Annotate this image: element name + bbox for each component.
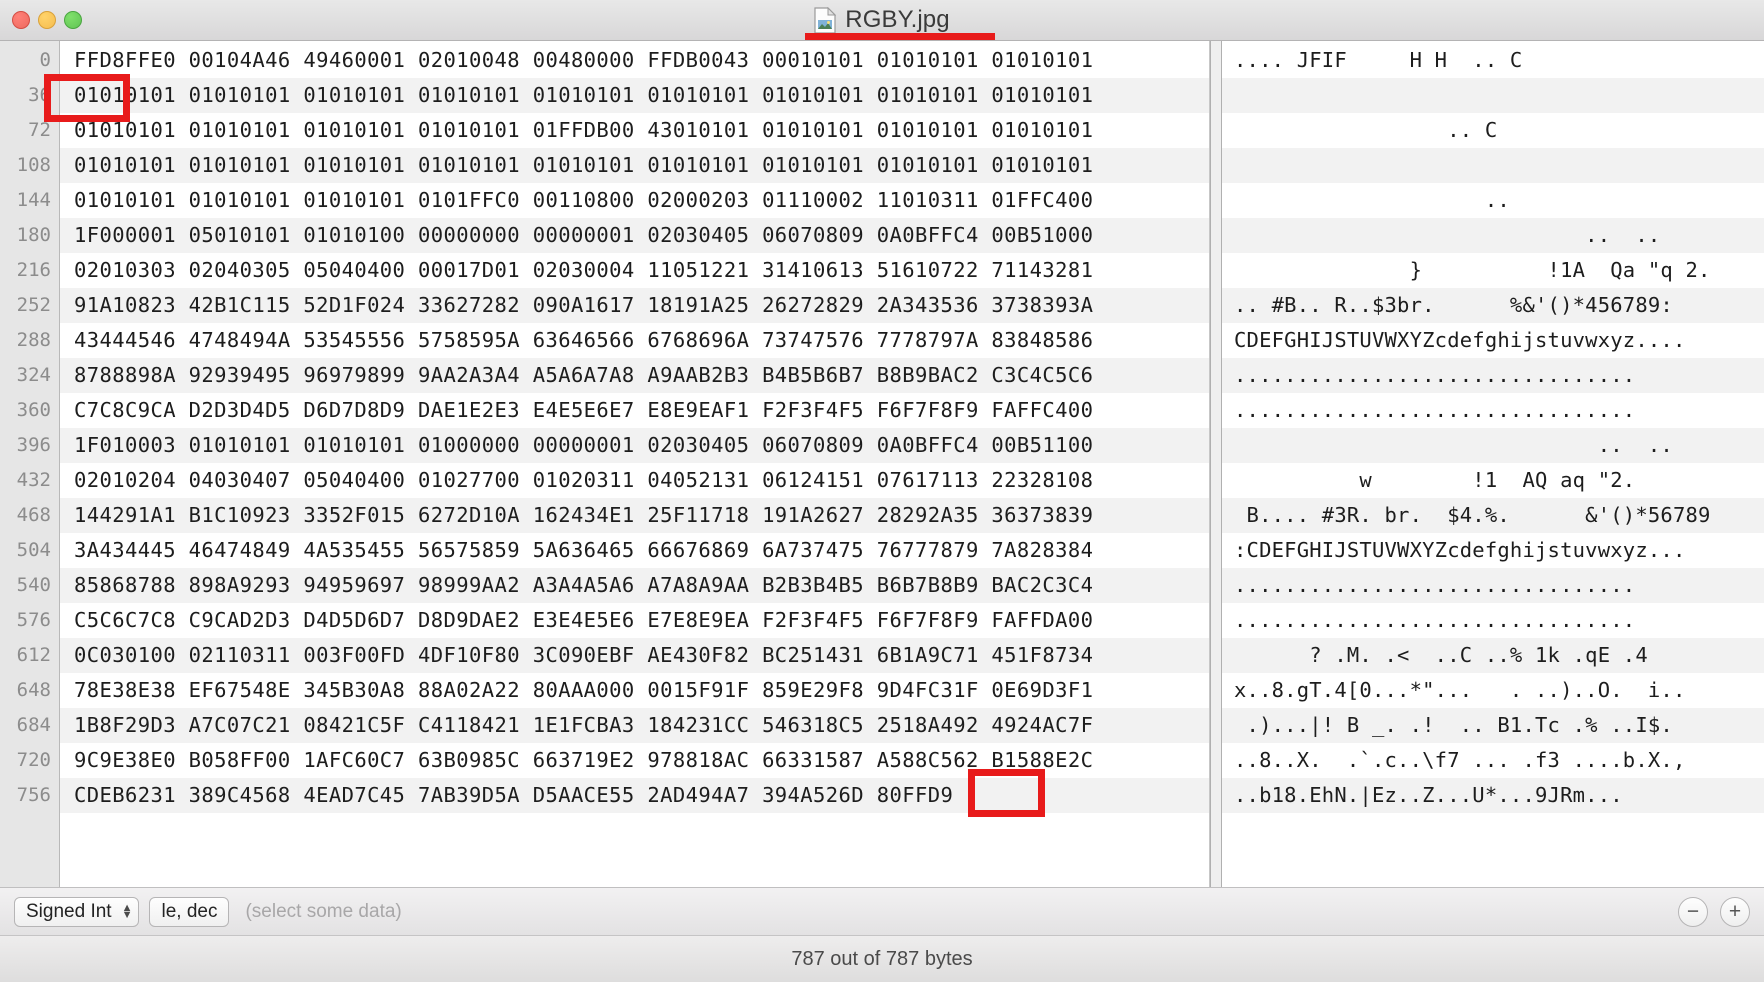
annotation-title-underline [805, 33, 995, 40]
hex-row[interactable]: FFD8FFE0 00104A46 49460001 02010048 0048… [60, 43, 1209, 78]
hex-row[interactable]: 1F010003 01010101 01010101 01000000 0000… [60, 428, 1209, 463]
data-type-popup[interactable]: Signed Int ▲ ▼ [14, 896, 140, 927]
offset-label: 504 [16, 539, 51, 561]
ascii-row[interactable]: } !1A Qa "q 2. [1222, 253, 1764, 288]
hex-row[interactable]: 43444546 4748494A 53545556 5758595A 6364… [60, 323, 1209, 358]
hex-row[interactable]: 8788898A 92939495 96979899 9AA2A3A4 A5A6… [60, 358, 1209, 393]
offset-label: 360 [16, 399, 51, 421]
offset-label: 108 [16, 154, 51, 176]
plus-icon: + [1728, 900, 1742, 923]
window-title: RGBY.jpg [845, 6, 950, 33]
offset-label: 612 [16, 644, 51, 666]
data-type-label: Signed Int [26, 900, 112, 922]
offset-label: 720 [16, 749, 51, 771]
ascii-row[interactable] [1222, 148, 1764, 183]
offset-label: 72 [28, 119, 51, 141]
hex-row[interactable]: 0C030100 02110311 003F00FD 4DF10F80 3C09… [60, 638, 1209, 673]
hex-pane[interactable]: 0 36 72 108 144 180 216 252 288 324 360 396 432 468 50… [0, 41, 1210, 887]
hex-row[interactable]: CDEB6231 389C4568 4EAD7C45 7AB39D5A D5AA… [60, 778, 1209, 813]
offset-label: 756 [16, 784, 51, 806]
hex-row[interactable]: 1F000001 05010101 01010100 00000000 0000… [60, 218, 1209, 253]
ascii-row[interactable]: ................................ [1222, 603, 1764, 638]
hex-row[interactable]: C7C8C9CA D2D3D4D5 D6D7D8D9 DAE1E2E3 E4E5… [60, 393, 1209, 428]
ascii-row[interactable]: ................................ [1222, 358, 1764, 393]
ascii-row[interactable]: .... JFIF H H .. C [1222, 43, 1764, 78]
ascii-row[interactable]: :CDEFGHIJSTUVWXYZcdefghijstuvwxyz... [1222, 533, 1764, 568]
zoom-in-button[interactable]: + [1720, 896, 1750, 927]
ascii-row[interactable] [1222, 78, 1764, 113]
hex-row[interactable]: 01010101 01010101 01010101 01010101 0101… [60, 148, 1209, 183]
hex-row[interactable]: 91A10823 42B1C115 52D1F024 33627282 090A… [60, 288, 1209, 323]
ascii-row[interactable]: CDEFGHIJSTUVWXYZcdefghijstuvwxyz.... [1222, 323, 1764, 358]
offset-label: 36 [28, 84, 51, 106]
endian-format-button[interactable]: le, dec [149, 896, 230, 927]
hex-row[interactable]: 02010204 04030407 05040400 01027700 0102… [60, 463, 1209, 498]
ascii-row[interactable]: ..b18.EhN.|Ez..Z...U*...9JRm... [1222, 778, 1764, 813]
offset-label: 684 [16, 714, 51, 736]
hex-row[interactable]: 01010101 01010101 01010101 01010101 0101… [60, 78, 1209, 113]
offset-label: 540 [16, 574, 51, 596]
hex-row[interactable]: 01010101 01010101 01010101 01010101 01FF… [60, 113, 1209, 148]
ascii-row[interactable]: .. #B.. R..$3br. %&'()*456789: [1222, 288, 1764, 323]
hex-row[interactable]: 78E38E38 EF67548E 345B30A8 88A02A22 80AA… [60, 673, 1209, 708]
ascii-pane[interactable]: .... JFIF H H .. C .. C .. .. .. } !1A Q… [1222, 41, 1764, 887]
ascii-row[interactable]: ..8..X. .`.c..\f7 ... .f3 ....b.X., [1222, 743, 1764, 778]
data-inspector-bar: Signed Int ▲ ▼ le, dec (select some data)… [0, 887, 1764, 935]
chevron-updown-icon: ▲ ▼ [121, 901, 133, 921]
offset-label: 396 [16, 434, 51, 456]
offset-label: 252 [16, 294, 51, 316]
hex-editor-window: RGBY.jpg 0 36 72 108 144 180 216 252 288 324 360 39… [0, 0, 1764, 982]
hex-row[interactable]: 02010303 02040305 05040400 00017D01 0203… [60, 253, 1209, 288]
pane-splitter[interactable] [1210, 41, 1222, 887]
close-button[interactable] [12, 11, 30, 29]
ascii-row[interactable]: .)...|! B _. .! .. B1.Tc .% ..I$. [1222, 708, 1764, 743]
ascii-row[interactable]: ................................ [1222, 393, 1764, 428]
offset-label: 0 [39, 49, 51, 71]
status-bar: 787 out of 787 bytes [0, 935, 1764, 982]
offset-label: 288 [16, 329, 51, 351]
offset-label: 432 [16, 469, 51, 491]
window-titlebar: RGBY.jpg [0, 0, 1764, 41]
jpeg-file-icon [814, 6, 837, 34]
offset-label: 648 [16, 679, 51, 701]
editor-body: 0 36 72 108 144 180 216 252 288 324 360 396 432 468 50… [0, 41, 1764, 887]
offset-label: 576 [16, 609, 51, 631]
hex-row[interactable]: 01010101 01010101 01010101 0101FFC0 0011… [60, 183, 1209, 218]
ascii-row[interactable]: w !1 AQ aq "2. [1222, 463, 1764, 498]
hex-row[interactable]: 9C9E38E0 B058FF00 1AFC60C7 63B0985C 6637… [60, 743, 1209, 778]
zoom-out-button[interactable]: − [1678, 896, 1708, 927]
ascii-row[interactable]: B.... #3R. br. $4.%. &'()*56789 [1222, 498, 1764, 533]
hex-bytes-area[interactable]: FFD8FFE0 00104A46 49460001 02010048 0048… [60, 41, 1209, 887]
ascii-row[interactable]: .. .. [1222, 218, 1764, 253]
zoom-button[interactable] [64, 11, 82, 29]
hex-row[interactable]: 144291A1 B1C10923 3352F015 6272D10A 1624… [60, 498, 1209, 533]
offset-label: 216 [16, 259, 51, 281]
ascii-row[interactable]: .. [1222, 183, 1764, 218]
offset-gutter: 0 36 72 108 144 180 216 252 288 324 360 396 432 468 50… [0, 41, 60, 887]
traffic-light-group [12, 11, 82, 29]
offset-label: 180 [16, 224, 51, 246]
selection-hint: (select some data) [245, 900, 402, 922]
hex-row[interactable]: 3A434445 46474849 4A535455 56575859 5A63… [60, 533, 1209, 568]
byte-count-status: 787 out of 787 bytes [791, 947, 973, 970]
ascii-row[interactable]: .. .. [1222, 428, 1764, 463]
minus-icon: − [1686, 900, 1700, 923]
endian-format-label: le, dec [161, 900, 218, 922]
hex-row[interactable]: 1B8F29D3 A7C07C21 08421C5F C4118421 1E1F… [60, 708, 1209, 743]
offset-label: 468 [16, 504, 51, 526]
offset-label: 324 [16, 364, 51, 386]
ascii-row[interactable]: ................................ [1222, 568, 1764, 603]
ascii-row[interactable]: x..8.gT.4[0...*"... . ..)..O. i.. [1222, 673, 1764, 708]
ascii-row[interactable]: ? .M. .< ..C ..% 1k .qE .4 [1222, 638, 1764, 673]
hex-row[interactable]: 85868788 898A9293 94959697 98999AA2 A3A4… [60, 568, 1209, 603]
offset-label: 144 [16, 189, 51, 211]
ascii-row[interactable]: .. C [1222, 113, 1764, 148]
hex-row[interactable]: C5C6C7C8 C9CAD2D3 D4D5D6D7 D8D9DAE2 E3E4… [60, 603, 1209, 638]
minimize-button[interactable] [38, 11, 56, 29]
